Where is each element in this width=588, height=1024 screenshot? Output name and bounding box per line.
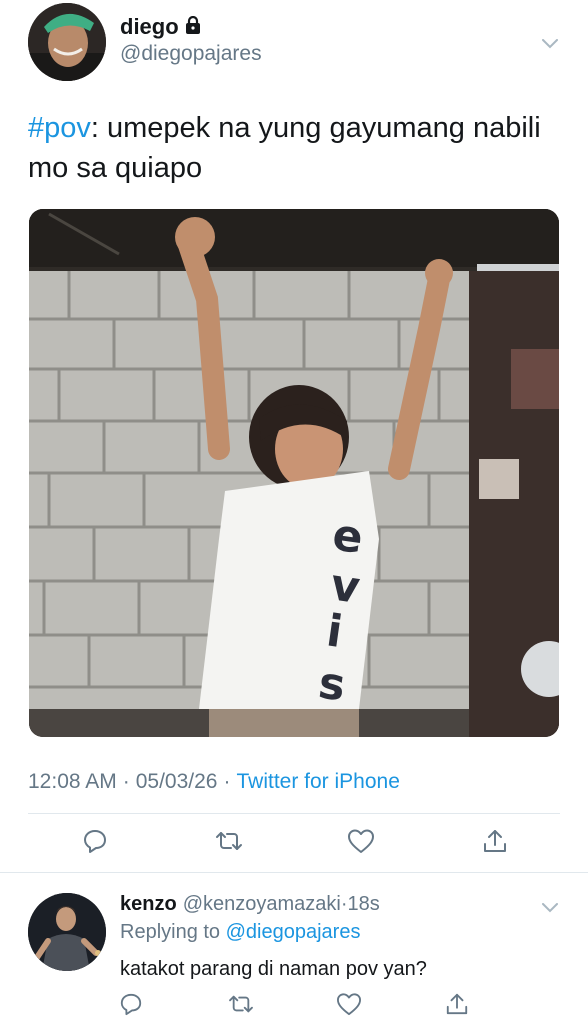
chevron-down-icon[interactable]: [542, 36, 558, 49]
replying-to-label: Replying to: [120, 921, 221, 943]
reply-icon[interactable]: [116, 989, 146, 1019]
reply-text: katakot parang di naman pov yan?: [120, 958, 427, 980]
share-icon[interactable]: [480, 826, 510, 856]
tweet-source-link[interactable]: Twitter for iPhone: [236, 770, 399, 794]
share-icon[interactable]: [442, 989, 472, 1019]
tweet-meta: 12:08 AM · 05/03/26 · Twitter for iPhone: [28, 770, 400, 794]
like-icon[interactable]: [346, 826, 376, 856]
reply-tweet[interactable]: kenzo @kenzoyamazaki · 18s Replying to @di…: [0, 873, 588, 1024]
divider: [28, 813, 560, 814]
retweet-icon[interactable]: [214, 826, 244, 856]
hashtag-link[interactable]: #pov: [28, 112, 91, 144]
reply-header: kenzo @kenzoyamazaki · 18s: [120, 893, 380, 916]
lock-icon: [185, 14, 201, 40]
author-avatar[interactable]: [28, 3, 106, 81]
author-name[interactable]: diego: [120, 14, 201, 40]
tweet-actions: [0, 826, 588, 866]
meta-separator: ·: [223, 770, 231, 793]
tweet-time: 12:08 AM: [28, 770, 117, 793]
tweet-body: : umepek na yung gayumang nabili mo sa q…: [28, 112, 541, 184]
tweet-date: 05/03/26: [135, 770, 218, 793]
reply-separator: ·: [340, 893, 348, 915]
reply-time: 18s: [347, 893, 380, 915]
replying-to: Replying to @diegopajares: [120, 921, 360, 944]
main-tweet: diego @diegopajares #pov: umepek na yung…: [0, 0, 588, 872]
retweet-icon[interactable]: [226, 989, 256, 1019]
reply-author-avatar[interactable]: [28, 893, 106, 971]
tweet-photo[interactable]: e v i s: [29, 209, 559, 737]
chevron-down-icon[interactable]: [542, 900, 558, 913]
reply-actions: [0, 989, 588, 1024]
reply-icon[interactable]: [80, 826, 110, 856]
like-icon[interactable]: [334, 989, 364, 1019]
reply-author-handle[interactable]: @kenzoyamazaki: [183, 893, 341, 916]
tweet-text: #pov: umepek na yung gayumang nabili mo …: [28, 108, 568, 188]
author-name-text[interactable]: diego: [120, 14, 179, 40]
reply-author-name[interactable]: kenzo: [120, 893, 177, 916]
replying-to-handle[interactable]: @diegopajares: [226, 921, 361, 943]
author-handle[interactable]: @diegopajares: [120, 42, 262, 66]
meta-separator: ·: [122, 770, 130, 793]
